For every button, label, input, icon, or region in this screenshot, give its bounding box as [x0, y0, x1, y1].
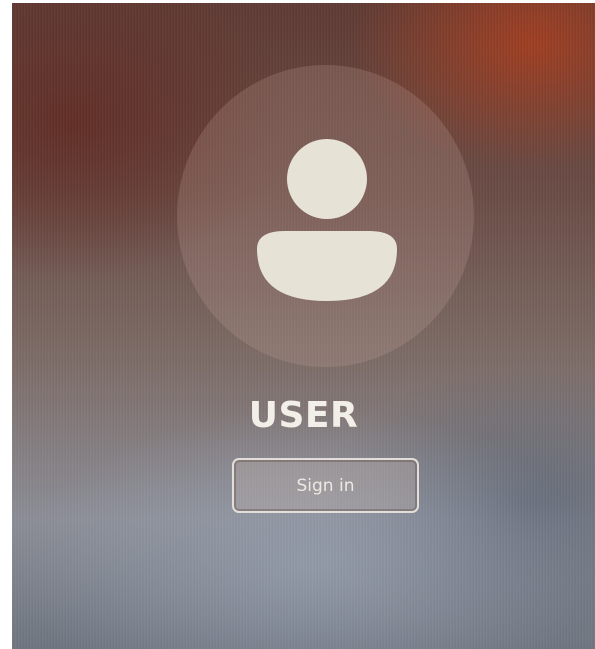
lock-screen: USER Sign in	[12, 3, 595, 649]
avatar-body	[257, 231, 397, 301]
photo-frame: USER Sign in	[0, 0, 595, 649]
user-avatar-icon	[257, 139, 397, 301]
sign-in-label: Sign in	[296, 475, 355, 496]
user-avatar	[177, 65, 474, 367]
username-label: USER	[248, 395, 359, 436]
sign-in-button[interactable]: Sign in	[232, 458, 419, 513]
avatar-head	[287, 139, 367, 219]
